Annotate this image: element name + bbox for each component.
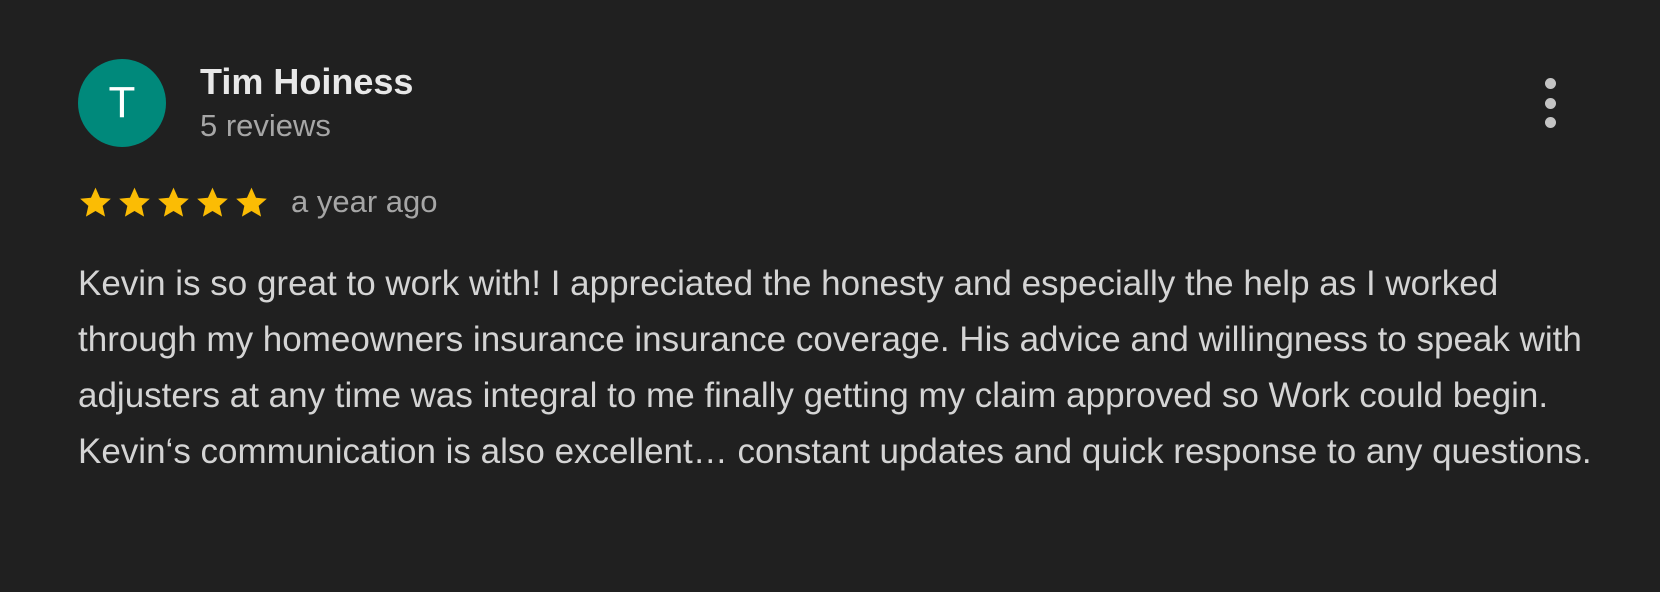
star-icon: [236, 187, 267, 217]
review-card: T Tim Hoiness 5 reviews a year ago Kevin…: [0, 0, 1660, 592]
review-timestamp: a year ago: [291, 184, 438, 219]
more-vert-icon-dot-middle: [1544, 97, 1556, 109]
reviewer-name[interactable]: Tim Hoiness: [200, 60, 413, 104]
rating-row: a year ago: [78, 180, 438, 224]
star-rating: [78, 185, 269, 220]
avatar[interactable]: T: [78, 59, 166, 147]
star-icon: [119, 187, 150, 217]
review-text: Kevin is so great to work with! I apprec…: [78, 264, 1592, 471]
review-count: 5 reviews: [200, 108, 331, 143]
more-vert-icon-dot-top: [1544, 78, 1556, 89]
more-vert-icon-dot-bottom: [1544, 117, 1556, 128]
star-icon: [158, 187, 189, 217]
star-icon: [80, 187, 111, 217]
star-icon: [197, 187, 228, 217]
more-options-button[interactable]: [1532, 78, 1568, 128]
avatar-initial: T: [108, 78, 136, 127]
